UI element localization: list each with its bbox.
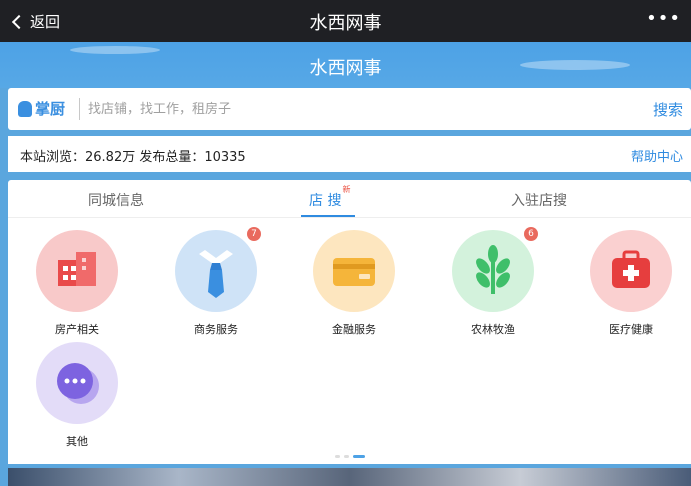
- category-icon-circle: [590, 230, 672, 312]
- tab-bar: 同城信息 店 搜 新 入驻店搜: [8, 180, 691, 218]
- category-business-services[interactable]: 7 商务服务: [156, 227, 276, 337]
- pager-dots: [335, 455, 365, 458]
- search-divider: [79, 98, 80, 120]
- category-icon-circle: 6: [452, 227, 538, 312]
- search-bar: 掌厨 搜索: [8, 88, 691, 130]
- category-agriculture[interactable]: 6 农林牧渔: [433, 227, 553, 337]
- medical-kit-icon: [612, 250, 650, 288]
- category-label: 医疗健康: [609, 323, 653, 336]
- category-panel: 同城信息 店 搜 新 入驻店搜 房产相关 7 商务服务 金融服务 6 农林牧渔 …: [8, 180, 691, 464]
- category-icon-circle: 7: [175, 227, 261, 312]
- active-tab-indicator: [301, 215, 355, 217]
- category-financial-services[interactable]: 金融服务: [294, 230, 414, 337]
- more-menu-icon[interactable]: •••: [646, 8, 681, 29]
- category-healthcare[interactable]: 医疗健康: [571, 230, 691, 337]
- bottom-banner-image[interactable]: [8, 468, 691, 486]
- category-icon-circle: [36, 230, 118, 312]
- category-label: 其他: [66, 435, 88, 448]
- search-input[interactable]: [88, 97, 608, 121]
- hand-logo-icon: [18, 100, 32, 117]
- pager-dot[interactable]: [335, 455, 340, 458]
- necktie-icon: [199, 250, 233, 298]
- top-nav-bar: 返回 水西网事 •••: [0, 0, 691, 42]
- header-banner: 水西网事: [0, 42, 691, 88]
- pager-dot[interactable]: [344, 455, 349, 458]
- cloud-decoration: [70, 46, 160, 54]
- new-badge: 新: [342, 185, 351, 194]
- help-center-link[interactable]: 帮助中心: [631, 146, 683, 165]
- site-logo: 掌厨: [18, 98, 65, 119]
- category-label: 金融服务: [332, 323, 376, 336]
- page-title: 水西网事: [309, 13, 382, 34]
- tab-shop-search-label: 店 搜: [309, 193, 342, 209]
- banner-title: 水西网事: [309, 58, 382, 79]
- tab-local-info[interactable]: 同城信息: [88, 190, 144, 210]
- category-icon-circle: [36, 342, 118, 424]
- notification-badge: 7: [247, 227, 261, 241]
- category-real-estate[interactable]: 房产相关: [17, 230, 137, 337]
- logo-text: 掌厨: [35, 100, 66, 118]
- tab-join-shop-search[interactable]: 入驻店搜: [511, 190, 567, 210]
- notification-badge: 6: [524, 227, 538, 241]
- search-button[interactable]: 搜索: [653, 99, 683, 120]
- tab-shop-search[interactable]: 店 搜 新: [309, 185, 350, 210]
- card-icon: [333, 258, 375, 286]
- plant-icon: [476, 245, 510, 294]
- category-icon-circle: [313, 230, 395, 312]
- building-icon: [58, 252, 96, 286]
- category-other[interactable]: 其他: [17, 342, 137, 449]
- site-stats: 本站浏览：26.82万 发布总量：10335: [20, 150, 246, 165]
- pager-dot-active[interactable]: [353, 455, 365, 458]
- chat-bubble-icon: [57, 363, 99, 404]
- stats-bar: 本站浏览：26.82万 发布总量：10335 帮助中心: [8, 136, 691, 172]
- category-label: 农林牧渔: [471, 323, 515, 336]
- category-label: 房产相关: [55, 323, 99, 336]
- category-label: 商务服务: [194, 323, 238, 336]
